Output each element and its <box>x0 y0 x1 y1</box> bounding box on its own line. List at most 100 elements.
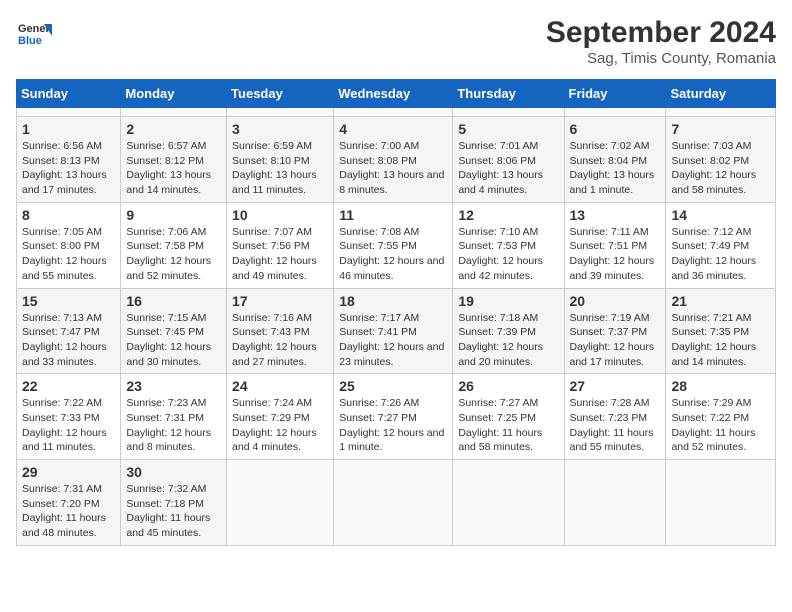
col-header-wednesday: Wednesday <box>334 80 453 108</box>
calendar-cell <box>666 460 776 546</box>
calendar-cell <box>227 460 334 546</box>
calendar-cell: 24 Sunrise: 7:24 AM Sunset: 7:29 PM Dayli… <box>227 374 334 460</box>
calendar-cell: 29 Sunrise: 7:31 AM Sunset: 7:20 PM Dayli… <box>17 460 121 546</box>
day-info: Sunrise: 7:00 AM Sunset: 8:08 PM Dayligh… <box>339 139 447 198</box>
calendar-cell: 5 Sunrise: 7:01 AM Sunset: 8:06 PM Daylig… <box>453 117 564 203</box>
day-number: 24 <box>232 378 328 394</box>
calendar-cell: 28 Sunrise: 7:29 AM Sunset: 7:22 PM Dayli… <box>666 374 776 460</box>
day-number: 16 <box>126 293 221 309</box>
col-header-thursday: Thursday <box>453 80 564 108</box>
calendar-cell <box>334 460 453 546</box>
day-info: Sunrise: 7:26 AM Sunset: 7:27 PM Dayligh… <box>339 396 447 455</box>
day-number: 28 <box>671 378 770 394</box>
day-info: Sunrise: 7:03 AM Sunset: 8:02 PM Dayligh… <box>671 139 770 198</box>
day-info: Sunrise: 7:32 AM Sunset: 7:18 PM Dayligh… <box>126 482 221 541</box>
page-header: General Blue September 2024 Sag, Timis C… <box>16 16 776 67</box>
day-number: 14 <box>671 207 770 223</box>
day-info: Sunrise: 7:11 AM Sunset: 7:51 PM Dayligh… <box>570 225 661 284</box>
logo: General Blue <box>16 16 52 52</box>
calendar-cell: 26Sunrise: 7:27 AM Sunset: 7:25 PM Dayli… <box>453 374 564 460</box>
day-number: 8 <box>22 207 115 223</box>
calendar-cell: 21 Sunrise: 7:21 AM Sunset: 7:35 PM Dayli… <box>666 288 776 374</box>
day-info: Sunrise: 7:19 AM Sunset: 7:37 PM Dayligh… <box>570 311 661 370</box>
day-number: 23 <box>126 378 221 394</box>
logo-icon: General Blue <box>16 16 52 52</box>
day-info: Sunrise: 7:02 AM Sunset: 8:04 PM Dayligh… <box>570 139 661 198</box>
day-number: 27 <box>570 378 661 394</box>
day-info: Sunrise: 7:07 AM Sunset: 7:56 PM Dayligh… <box>232 225 328 284</box>
day-number: 17 <box>232 293 328 309</box>
day-info: Sunrise: 7:08 AM Sunset: 7:55 PM Dayligh… <box>339 225 447 284</box>
calendar-cell: 17 Sunrise: 7:16 AM Sunset: 7:43 PM Dayli… <box>227 288 334 374</box>
day-info: Sunrise: 7:01 AM Sunset: 8:06 PM Dayligh… <box>458 139 558 198</box>
calendar-table: SundayMondayTuesdayWednesdayThursdayFrid… <box>16 79 776 546</box>
day-number: 29 <box>22 464 115 480</box>
calendar-cell: 16 Sunrise: 7:15 AM Sunset: 7:45 PM Dayli… <box>121 288 227 374</box>
page-title: September 2024 <box>546 16 776 50</box>
day-number: 30 <box>126 464 221 480</box>
col-header-saturday: Saturday <box>666 80 776 108</box>
day-info: Sunrise: 7:15 AM Sunset: 7:45 PM Dayligh… <box>126 311 221 370</box>
calendar-cell: 19 Sunrise: 7:18 AM Sunset: 7:39 PM Dayli… <box>453 288 564 374</box>
calendar-cell: 4Sunrise: 7:00 AM Sunset: 8:08 PM Daylig… <box>334 117 453 203</box>
calendar-cell: 8 Sunrise: 7:05 AM Sunset: 8:00 PM Daylig… <box>17 202 121 288</box>
day-info: Sunrise: 7:13 AM Sunset: 7:47 PM Dayligh… <box>22 311 115 370</box>
calendar-cell <box>666 108 776 117</box>
calendar-cell: 6Sunrise: 7:02 AM Sunset: 8:04 PM Daylig… <box>564 117 666 203</box>
day-number: 10 <box>232 207 328 223</box>
calendar-week-row: 8 Sunrise: 7:05 AM Sunset: 8:00 PM Daylig… <box>17 202 776 288</box>
calendar-cell: 15Sunrise: 7:13 AM Sunset: 7:47 PM Dayli… <box>17 288 121 374</box>
title-block: September 2024 Sag, Timis County, Romani… <box>546 16 776 67</box>
day-info: Sunrise: 7:10 AM Sunset: 7:53 PM Dayligh… <box>458 225 558 284</box>
calendar-cell <box>564 108 666 117</box>
day-info: Sunrise: 7:18 AM Sunset: 7:39 PM Dayligh… <box>458 311 558 370</box>
day-number: 25 <box>339 378 447 394</box>
svg-text:Blue: Blue <box>18 35 42 47</box>
day-info: Sunrise: 7:28 AM Sunset: 7:23 PM Dayligh… <box>570 396 661 455</box>
calendar-week-row <box>17 108 776 117</box>
day-info: Sunrise: 6:56 AM Sunset: 8:13 PM Dayligh… <box>22 139 115 198</box>
calendar-cell <box>453 108 564 117</box>
calendar-cell <box>121 108 227 117</box>
day-info: Sunrise: 7:23 AM Sunset: 7:31 PM Dayligh… <box>126 396 221 455</box>
calendar-cell: 2 Sunrise: 6:57 AM Sunset: 8:12 PM Daylig… <box>121 117 227 203</box>
calendar-week-row: 29 Sunrise: 7:31 AM Sunset: 7:20 PM Dayli… <box>17 460 776 546</box>
calendar-cell <box>227 108 334 117</box>
calendar-cell <box>17 108 121 117</box>
day-info: Sunrise: 7:29 AM Sunset: 7:22 PM Dayligh… <box>671 396 770 455</box>
day-number: 2 <box>126 121 221 137</box>
col-header-tuesday: Tuesday <box>227 80 334 108</box>
col-header-monday: Monday <box>121 80 227 108</box>
day-number: 19 <box>458 293 558 309</box>
day-info: Sunrise: 7:21 AM Sunset: 7:35 PM Dayligh… <box>671 311 770 370</box>
calendar-cell <box>564 460 666 546</box>
day-number: 20 <box>570 293 661 309</box>
day-info: Sunrise: 7:27 AM Sunset: 7:25 PM Dayligh… <box>458 396 558 455</box>
calendar-cell: 14Sunrise: 7:12 AM Sunset: 7:49 PM Dayli… <box>666 202 776 288</box>
calendar-cell: 3Sunrise: 6:59 AM Sunset: 8:10 PM Daylig… <box>227 117 334 203</box>
calendar-cell: 1 Sunrise: 6:56 AM Sunset: 8:13 PM Daylig… <box>17 117 121 203</box>
page-subtitle: Sag, Timis County, Romania <box>546 50 776 67</box>
calendar-week-row: 1 Sunrise: 6:56 AM Sunset: 8:13 PM Daylig… <box>17 117 776 203</box>
col-header-sunday: Sunday <box>17 80 121 108</box>
day-info: Sunrise: 7:16 AM Sunset: 7:43 PM Dayligh… <box>232 311 328 370</box>
day-number: 7 <box>671 121 770 137</box>
calendar-cell: 11Sunrise: 7:08 AM Sunset: 7:55 PM Dayli… <box>334 202 453 288</box>
day-info: Sunrise: 7:31 AM Sunset: 7:20 PM Dayligh… <box>22 482 115 541</box>
day-number: 5 <box>458 121 558 137</box>
day-info: Sunrise: 6:59 AM Sunset: 8:10 PM Dayligh… <box>232 139 328 198</box>
day-number: 9 <box>126 207 221 223</box>
day-info: Sunrise: 6:57 AM Sunset: 8:12 PM Dayligh… <box>126 139 221 198</box>
calendar-cell: 27 Sunrise: 7:28 AM Sunset: 7:23 PM Dayli… <box>564 374 666 460</box>
day-info: Sunrise: 7:05 AM Sunset: 8:00 PM Dayligh… <box>22 225 115 284</box>
day-info: Sunrise: 7:17 AM Sunset: 7:41 PM Dayligh… <box>339 311 447 370</box>
col-header-friday: Friday <box>564 80 666 108</box>
day-info: Sunrise: 7:06 AM Sunset: 7:58 PM Dayligh… <box>126 225 221 284</box>
calendar-cell: 20 Sunrise: 7:19 AM Sunset: 7:37 PM Dayli… <box>564 288 666 374</box>
calendar-cell <box>453 460 564 546</box>
calendar-cell: 13Sunrise: 7:11 AM Sunset: 7:51 PM Dayli… <box>564 202 666 288</box>
day-number: 1 <box>22 121 115 137</box>
day-number: 21 <box>671 293 770 309</box>
calendar-week-row: 22Sunrise: 7:22 AM Sunset: 7:33 PM Dayli… <box>17 374 776 460</box>
day-info: Sunrise: 7:24 AM Sunset: 7:29 PM Dayligh… <box>232 396 328 455</box>
